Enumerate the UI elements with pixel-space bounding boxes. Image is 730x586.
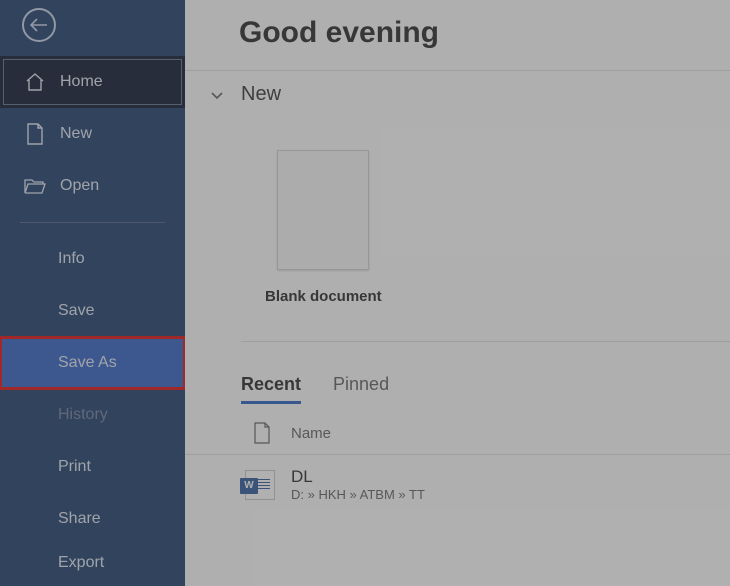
sidebar-item-label: Save As: [58, 354, 117, 372]
template-blank-document[interactable]: Blank document: [265, 150, 382, 305]
sidebar-item-new[interactable]: New: [0, 108, 185, 160]
sidebar-item-save-as[interactable]: Save As: [0, 337, 185, 389]
tab-recent[interactable]: Recent: [241, 374, 301, 404]
sidebar-item-open[interactable]: Open: [0, 160, 185, 212]
template-label: Blank document: [265, 288, 382, 305]
recent-list-header: Name: [185, 404, 730, 455]
template-row: Blank document: [185, 114, 730, 341]
template-thumbnail: [277, 150, 369, 270]
sidebar-item-label: Print: [58, 458, 91, 476]
sidebar-item-save[interactable]: Save: [0, 285, 185, 337]
recent-file-item[interactable]: W DL D: » HKH » ATBM » TT: [185, 455, 730, 514]
home-icon: [24, 71, 46, 93]
tab-pinned[interactable]: Pinned: [333, 374, 389, 404]
new-section-title: New: [241, 83, 281, 106]
backstage-sidebar: Home New Open Info Save Save As History: [0, 0, 185, 586]
column-name-header: Name: [291, 425, 331, 442]
sidebar-item-label: Home: [60, 73, 103, 91]
sidebar-item-info[interactable]: Info: [0, 233, 185, 285]
file-path: D: » HKH » ATBM » TT: [291, 487, 425, 502]
sidebar-item-label: Export: [58, 554, 104, 572]
sidebar-item-history[interactable]: History: [0, 389, 185, 441]
sidebar-item-label: Open: [60, 177, 99, 195]
file-name: DL: [291, 467, 425, 487]
sidebar-item-home[interactable]: Home: [0, 56, 185, 108]
sidebar-item-share[interactable]: Share: [0, 493, 185, 545]
file-new-icon: [24, 123, 46, 145]
main-panel: Good evening New Blank document Recent P…: [185, 0, 730, 586]
back-button[interactable]: [22, 8, 56, 42]
word-document-icon: W: [245, 470, 275, 500]
arrow-left-icon: [30, 18, 48, 32]
sidebar-item-label: History: [58, 406, 108, 424]
folder-open-icon: [24, 175, 46, 197]
sidebar-item-label: Save: [58, 302, 94, 320]
file-icon: [253, 422, 291, 444]
sidebar-item-export[interactable]: Export: [0, 545, 185, 581]
file-info: DL D: » HKH » ATBM » TT: [291, 467, 425, 502]
sidebar-divider: [20, 222, 165, 223]
sidebar-item-print[interactable]: Print: [0, 441, 185, 493]
chevron-down-icon: [209, 87, 225, 103]
greeting-title: Good evening: [185, 16, 730, 70]
sidebar-item-label: New: [60, 125, 92, 143]
recent-tabs: Recent Pinned: [185, 342, 730, 404]
sidebar-item-label: Info: [58, 250, 85, 268]
new-section-header[interactable]: New: [185, 71, 730, 114]
sidebar-item-label: Share: [58, 510, 101, 528]
nav-list: Home New Open Info Save Save As History: [0, 56, 185, 581]
